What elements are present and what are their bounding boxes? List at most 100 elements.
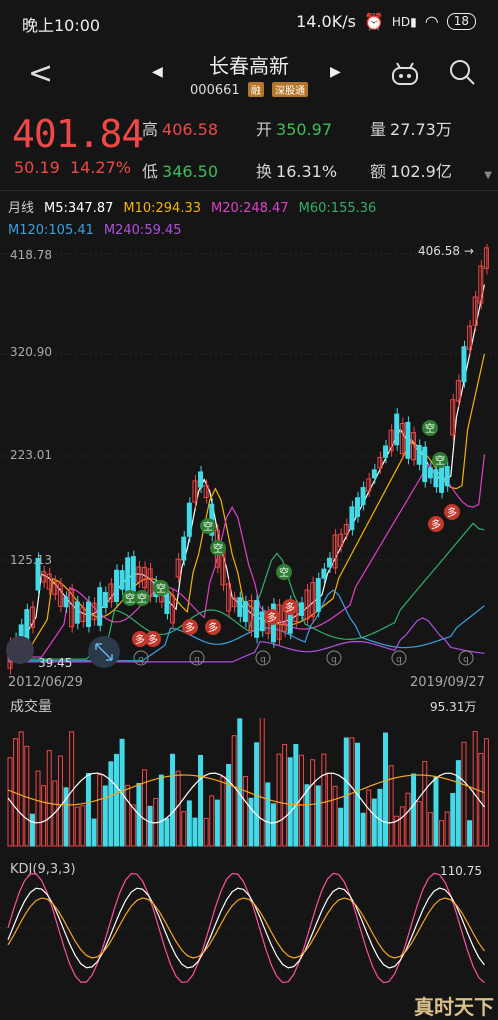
candle-body bbox=[125, 557, 131, 595]
volume-bar bbox=[164, 818, 170, 847]
volume-bar bbox=[147, 805, 153, 847]
buy-signal-icon[interactable]: 多 bbox=[205, 619, 221, 635]
volume-bar bbox=[310, 759, 316, 847]
candle-body bbox=[439, 465, 445, 493]
volume-bar bbox=[231, 735, 237, 847]
volume-chart[interactable] bbox=[0, 718, 498, 848]
candle-body bbox=[416, 444, 422, 465]
search-icon[interactable] bbox=[448, 58, 476, 86]
info-marker-icon[interactable]: q bbox=[326, 650, 342, 666]
info-marker-icon[interactable]: q bbox=[255, 650, 271, 666]
sell-signal-icon[interactable]: 空 bbox=[276, 564, 292, 580]
buy-signal-icon[interactable]: 多 bbox=[282, 599, 298, 615]
turnover-field: 换 16.31% bbox=[256, 162, 338, 181]
candle-body bbox=[360, 487, 366, 505]
buy-signal-icon[interactable]: 多 bbox=[428, 516, 444, 532]
volume-bar bbox=[209, 795, 215, 847]
svg-text:多: 多 bbox=[447, 506, 457, 519]
y-tick-2: 320.90 bbox=[10, 345, 52, 359]
candle-body bbox=[181, 536, 187, 561]
candle-body bbox=[113, 569, 119, 602]
ma120-label: M120:105.41 bbox=[8, 223, 94, 238]
svg-text:多: 多 bbox=[267, 611, 277, 624]
expand-chart-icon[interactable] bbox=[88, 636, 120, 668]
volume-bar bbox=[175, 770, 181, 847]
candle-body bbox=[259, 611, 265, 632]
volume-bar bbox=[158, 774, 164, 847]
sell-signal-icon[interactable]: 空 bbox=[422, 420, 438, 436]
volume-bar bbox=[80, 805, 86, 847]
change-percent: 14.27% bbox=[69, 158, 131, 177]
volume-bar bbox=[349, 737, 355, 847]
volume-bar bbox=[226, 763, 232, 847]
svg-text:多: 多 bbox=[285, 601, 295, 614]
volume-bar bbox=[427, 812, 433, 847]
sell-signal-icon[interactable]: 空 bbox=[210, 540, 226, 556]
last-price: 401.84 bbox=[12, 112, 144, 156]
volume-bar bbox=[265, 782, 271, 847]
volume-bar bbox=[405, 792, 411, 847]
svg-text:q: q bbox=[260, 655, 266, 665]
info-marker-icon[interactable]: q bbox=[189, 650, 205, 666]
sell-signal-icon[interactable]: 空 bbox=[200, 518, 216, 534]
candle-body bbox=[371, 469, 377, 479]
candle-body bbox=[298, 602, 304, 616]
end-date: 2019/09/27 bbox=[410, 675, 485, 690]
volume-bar bbox=[360, 812, 366, 847]
candle-body bbox=[326, 557, 332, 568]
signal-icon: HD▮ bbox=[391, 14, 417, 29]
period-label[interactable]: 月线 bbox=[8, 201, 34, 216]
volume-bar bbox=[467, 820, 473, 847]
volume-bar bbox=[483, 738, 489, 847]
buy-signal-icon[interactable]: 多 bbox=[145, 631, 161, 647]
divider bbox=[0, 190, 498, 191]
volume-title: 成交量 bbox=[10, 699, 52, 715]
status-bar: 晚上10:00 14.0K/s ⏰ HD▮ ◠ 18 bbox=[0, 0, 498, 44]
svg-text:空: 空 bbox=[425, 422, 435, 435]
candle-body bbox=[254, 600, 260, 638]
svg-text:空: 空 bbox=[156, 582, 166, 595]
volume-bar bbox=[113, 753, 119, 847]
buy-signal-icon[interactable]: 多 bbox=[182, 619, 198, 635]
info-marker-icon[interactable]: q bbox=[458, 650, 474, 666]
sell-signal-icon[interactable]: 空 bbox=[432, 452, 448, 468]
kdj-chart[interactable] bbox=[0, 858, 498, 998]
candle-body bbox=[349, 506, 355, 531]
volume-bar bbox=[366, 789, 372, 847]
price-change: 50.19 14.27% bbox=[14, 158, 131, 177]
high-field: 高 406.58 bbox=[142, 120, 218, 139]
candle-body bbox=[74, 601, 80, 624]
ma60-label: M60:155.36 bbox=[298, 201, 377, 216]
min-price-label: 39.45 bbox=[38, 656, 73, 670]
volume-bar bbox=[248, 797, 254, 847]
alarm-icon: ⏰ bbox=[363, 12, 384, 31]
volume-bar bbox=[422, 761, 428, 847]
next-stock-icon[interactable]: ▶ bbox=[330, 64, 341, 80]
volume-bar bbox=[433, 776, 439, 847]
volume-bar bbox=[108, 761, 114, 847]
candlestick-chart[interactable]: 多多多 多多多多多空 空空空空空空空q q q q q q bbox=[0, 244, 498, 694]
volume-bar bbox=[270, 803, 276, 847]
info-marker-icon[interactable]: q bbox=[391, 650, 407, 666]
expand-icon[interactable]: ▼ bbox=[484, 170, 492, 181]
y-tick-1: 418.78 bbox=[10, 248, 52, 262]
volume-bar bbox=[57, 755, 63, 847]
volume-bar bbox=[444, 811, 450, 847]
svg-text:多: 多 bbox=[185, 621, 195, 634]
sell-signal-icon[interactable]: 空 bbox=[153, 580, 169, 596]
buy-signal-icon[interactable]: 多 bbox=[444, 504, 460, 520]
volume-bar bbox=[237, 718, 243, 847]
volume-bar bbox=[97, 774, 103, 847]
volume-bar bbox=[416, 801, 422, 847]
candle-body bbox=[321, 568, 327, 579]
volume-bar bbox=[102, 785, 108, 847]
volume-bar bbox=[142, 769, 148, 847]
svg-text:q: q bbox=[138, 655, 144, 665]
buy-signal-icon[interactable]: 多 bbox=[264, 609, 280, 625]
clock: 晚上10:00 bbox=[22, 16, 101, 35]
volume-bar bbox=[170, 753, 176, 847]
svg-text:空: 空 bbox=[125, 592, 135, 605]
robot-icon[interactable] bbox=[390, 60, 420, 88]
volume-bar bbox=[377, 788, 383, 847]
sell-signal-icon[interactable]: 空 bbox=[134, 590, 150, 606]
